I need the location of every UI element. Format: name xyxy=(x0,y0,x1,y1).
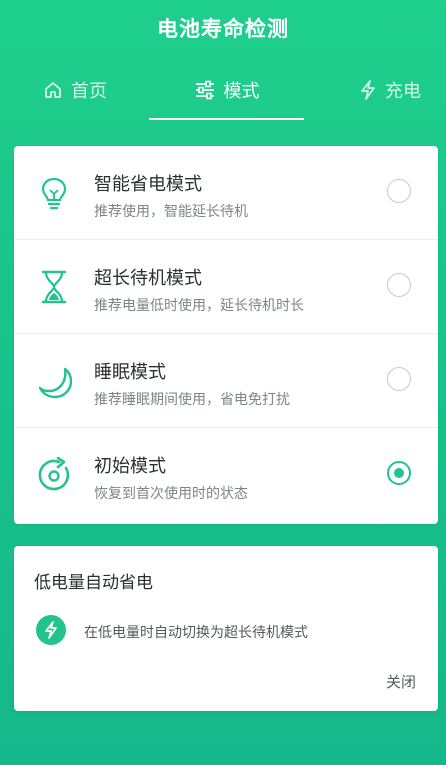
auto-saver-title: 低电量自动省电 xyxy=(34,573,153,593)
tab-mode[interactable]: 模式 xyxy=(149,64,304,116)
mode-radio[interactable] xyxy=(387,367,411,391)
active-tab-indicator xyxy=(149,118,304,120)
sliders-icon xyxy=(194,80,216,100)
mode-title: 睡眠模式 xyxy=(94,362,166,383)
mode-title: 初始模式 xyxy=(94,456,166,477)
moon-icon xyxy=(36,363,72,399)
auto-saver-card: 低电量自动省电 在低电量时自动切换为超长待机模式 关闭 xyxy=(14,546,438,711)
mode-description: 推荐睡眠期间使用，省电免打扰 xyxy=(94,392,290,408)
mode-title: 超长待机模式 xyxy=(94,268,202,289)
hourglass-icon xyxy=(36,269,72,305)
refresh-icon xyxy=(36,457,72,493)
app-title-bar: 电池寿命检测 xyxy=(0,0,446,56)
mode-item-sleep[interactable]: 睡眠模式 推荐睡眠期间使用，省电免打扰 xyxy=(14,334,438,428)
auto-saver-description: 在低电量时自动切换为超长待机模式 xyxy=(84,625,308,641)
mode-description: 推荐使用，智能延长待机 xyxy=(94,204,248,220)
mode-radio-selected[interactable] xyxy=(387,461,411,485)
mode-radio[interactable] xyxy=(387,273,411,297)
mode-item-initial[interactable]: 初始模式 恢复到首次使用时的状态 xyxy=(14,428,438,522)
lightbulb-icon xyxy=(36,175,72,211)
home-icon xyxy=(43,80,63,100)
tab-mode-label: 模式 xyxy=(223,81,260,102)
lightning-icon xyxy=(36,615,66,645)
mode-title: 智能省电模式 xyxy=(94,174,202,195)
mode-list-card: 智能省电模式 推荐使用，智能延长待机 超长待机模式 推荐电量低时使用，延长待机时… xyxy=(14,146,438,524)
mode-radio[interactable] xyxy=(387,179,411,203)
tab-home[interactable]: 首页 xyxy=(30,64,120,116)
auto-saver-close-button[interactable]: 关闭 xyxy=(386,671,416,692)
tab-charge[interactable]: 充电 xyxy=(340,64,440,116)
mode-description: 恢复到首次使用时的状态 xyxy=(94,486,248,502)
tab-bar: 首页 模式 充电 xyxy=(0,64,446,120)
lightning-icon xyxy=(359,80,377,100)
tab-charge-label: 充电 xyxy=(385,81,421,102)
mode-item-smart-saving[interactable]: 智能省电模式 推荐使用，智能延长待机 xyxy=(14,146,438,240)
app-title: 电池寿命检测 xyxy=(157,17,289,41)
tab-home-label: 首页 xyxy=(71,81,107,102)
mode-description: 推荐电量低时使用，延长待机时长 xyxy=(94,298,304,314)
mode-item-long-standby[interactable]: 超长待机模式 推荐电量低时使用，延长待机时长 xyxy=(14,240,438,334)
